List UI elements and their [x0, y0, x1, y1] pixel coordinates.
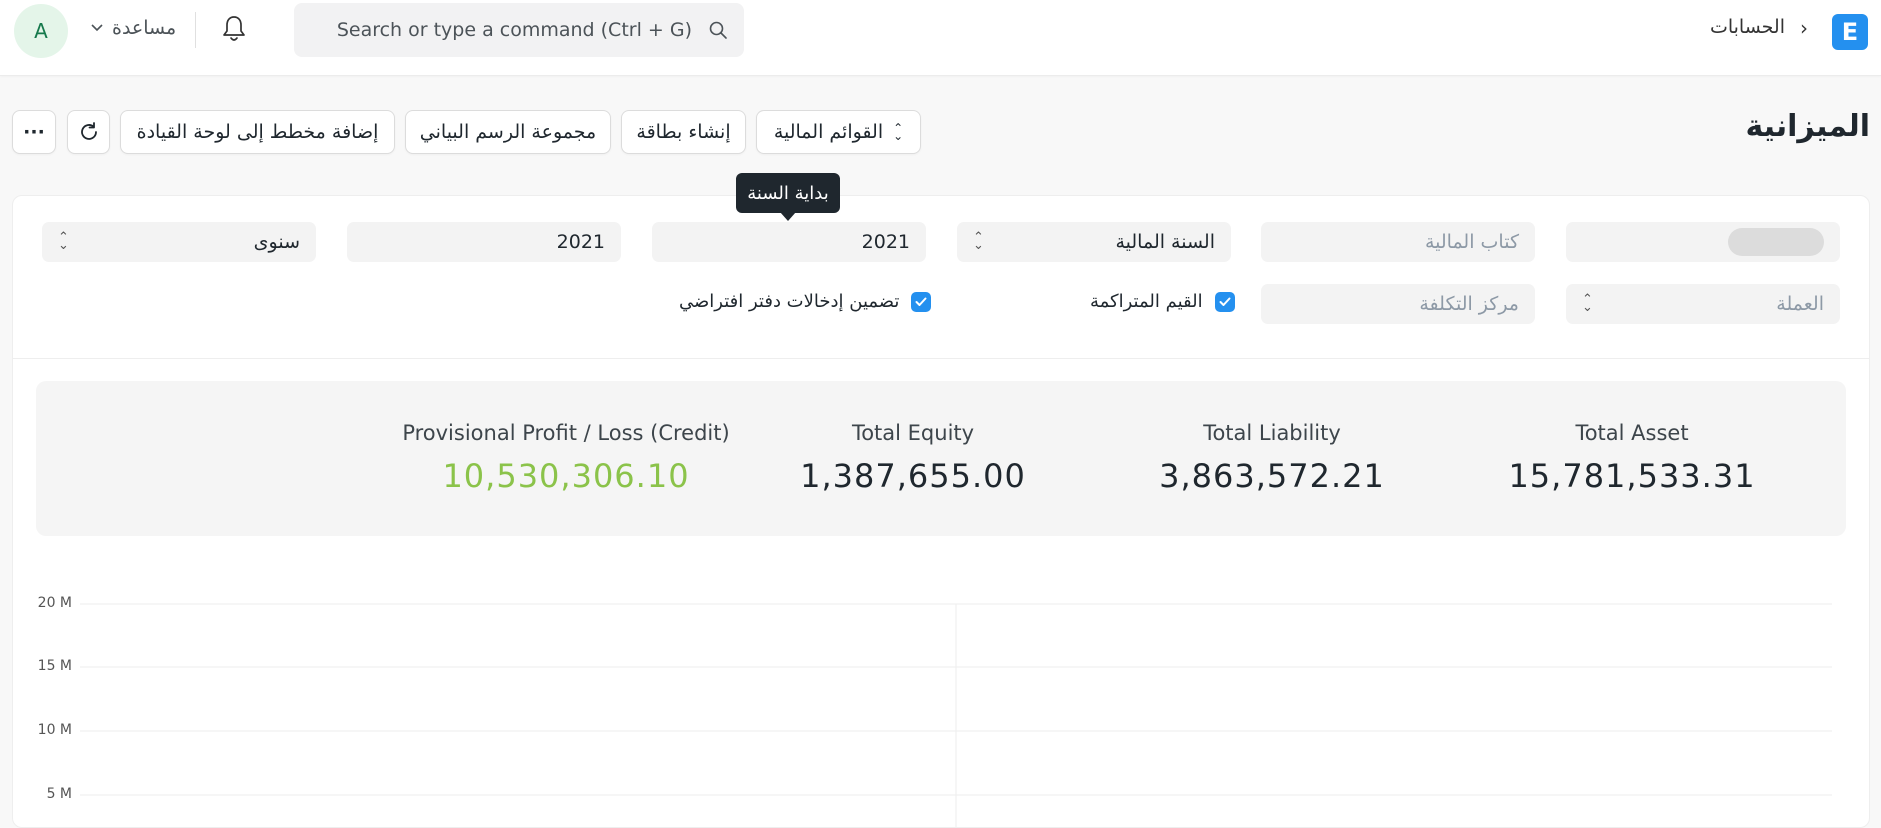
to-fiscal-year-field[interactable]: 2021	[347, 222, 621, 262]
chart-group-button[interactable]: مجموعة الرسم البياني	[405, 110, 611, 154]
chevron-down-icon	[91, 24, 103, 32]
select-arrows-icon: ⌃ ⌄	[58, 230, 69, 253]
search-icon	[709, 21, 727, 39]
y-tick-label: 20 M	[37, 595, 72, 611]
company-field[interactable]	[1566, 222, 1840, 262]
from-fiscal-year-value: 2021	[861, 231, 910, 253]
checkbox-checked-icon[interactable]	[1214, 291, 1235, 312]
create-card-button[interactable]: إنشاء بطاقة	[621, 110, 746, 154]
checkbox-checked-icon[interactable]	[911, 291, 932, 312]
summary-value: 1,387,655.00	[800, 457, 1026, 495]
tooltip-arrow	[780, 212, 796, 221]
summary-label: Total Equity	[851, 421, 975, 445]
summary-total-liability: Total Liability 3,863,572.21	[1132, 421, 1412, 495]
summary-label: Provisional Profit / Loss (Credit)	[402, 421, 730, 445]
select-arrows-icon: ⌃ ⌄	[1582, 292, 1593, 315]
include-default-book-checkbox[interactable]: تضمين إدخالات دفتر افتراضي	[679, 291, 932, 312]
financial-statements-button[interactable]: القوائم المالية ⌃ ⌄	[756, 110, 921, 154]
filter-based-on-select[interactable]: ⌃ ⌄ السنة المالية	[957, 222, 1231, 262]
y-tick-label: 5 M	[46, 786, 72, 802]
page-title: الميزانية	[1745, 109, 1870, 144]
finance-book-placeholder: كتاب المالية	[1424, 231, 1519, 253]
navbar-divider	[195, 12, 196, 48]
help-label: مساعدة	[112, 17, 177, 39]
avatar[interactable]: A	[14, 4, 68, 58]
accumulated-values-label: القيم المتراكمة	[1090, 291, 1203, 312]
periodicity-select[interactable]: ⌃ ⌄ سنوى	[42, 222, 316, 262]
summary-label: Total Asset	[1575, 421, 1689, 445]
company-blurred-placeholder	[1728, 228, 1824, 256]
cost-center-placeholder: مركز التكلفة	[1419, 293, 1519, 315]
app-logo[interactable]: E	[1832, 14, 1868, 50]
filter-based-on-value: السنة المالية	[1115, 231, 1215, 253]
sort-arrows-icon: ⌃ ⌄	[893, 121, 904, 143]
accumulated-values-checkbox[interactable]: القيم المتراكمة	[1090, 291, 1235, 312]
summary-value: 3,863,572.21	[1159, 457, 1385, 495]
summary-value: 15,781,533.31	[1508, 457, 1756, 495]
include-default-book-label: تضمين إدخالات دفتر افتراضي	[679, 291, 900, 312]
periodicity-value: سنوى	[253, 231, 300, 253]
currency-placeholder: العملة	[1776, 293, 1824, 315]
refresh-button[interactable]	[67, 110, 110, 154]
summary-label: Total Liability	[1203, 421, 1341, 445]
currency-select[interactable]: ⌃ ⌄ العملة	[1566, 284, 1840, 324]
notification-bell-icon[interactable]	[220, 14, 248, 44]
chart-plot-area	[80, 603, 1832, 828]
breadcrumb-accounts[interactable]: الحسابات	[1705, 16, 1785, 38]
finance-book-field[interactable]: كتاب المالية	[1261, 222, 1535, 262]
add-chart-to-dashboard-button[interactable]: إضافة مخطط إلى لوحة القيادة	[120, 110, 395, 154]
search-placeholder: Search or type a command (Ctrl + G)	[336, 19, 692, 41]
y-tick-label: 15 M	[37, 658, 72, 674]
summary-value: 10,530,306.10	[442, 457, 690, 495]
y-tick-label: 10 M	[37, 722, 72, 738]
filters-divider	[12, 358, 1870, 359]
refresh-icon	[80, 122, 97, 140]
summary-total-asset: Total Asset 15,781,533.31	[1492, 421, 1772, 495]
cost-center-field[interactable]: مركز التكلفة	[1261, 284, 1535, 324]
summary-total-equity: Total Equity 1,387,655.00	[773, 421, 1053, 495]
to-fiscal-year-value: 2021	[556, 231, 605, 253]
summary-provisional-profit-loss: Provisional Profit / Loss (Credit) 10,53…	[366, 421, 766, 495]
from-fiscal-year-field[interactable]: 2021	[652, 222, 926, 262]
select-arrows-icon: ⌃ ⌄	[973, 230, 984, 253]
more-options-button[interactable]: ···	[12, 110, 56, 154]
balance-sheet-chart: 20 M 15 M 10 M 5 M	[0, 560, 1881, 828]
help-dropdown[interactable]: مساعدة	[90, 17, 176, 39]
search-bar[interactable]: Search or type a command (Ctrl + G)	[294, 3, 744, 57]
financial-statements-label: القوائم المالية	[773, 121, 884, 143]
breadcrumb-separator: ›	[1800, 16, 1808, 40]
tooltip: بداية السنة	[736, 173, 840, 213]
report-summary: Total Asset 15,781,533.31 Total Liabilit…	[36, 381, 1846, 536]
navbar: E › الحسابات Search or type a command (C…	[0, 0, 1881, 76]
